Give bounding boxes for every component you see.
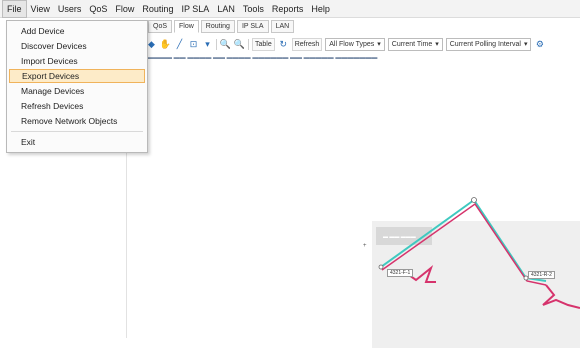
menu-item-export-devices[interactable]: Export Devices	[9, 69, 145, 83]
menu-file[interactable]: File	[2, 0, 27, 18]
tab-flow[interactable]: Flow	[174, 19, 199, 33]
router-node[interactable]	[471, 197, 477, 203]
menu-help[interactable]: Help	[307, 0, 334, 18]
chevron-down-icon: ▾	[523, 40, 528, 48]
menu-lan[interactable]: LAN	[213, 0, 239, 18]
blurred-site-label: ▬ ▬▬ ▬▬▬	[383, 234, 416, 240]
menu-item-add-device[interactable]: Add Device	[9, 24, 145, 38]
menu-item-manage-devices[interactable]: Manage Devices	[9, 84, 145, 98]
time-select[interactable]: Current Time ▾	[387, 37, 443, 51]
polling-select[interactable]: Current Polling Interval ▾	[445, 37, 532, 51]
menu-bar: File View Users QoS Flow Routing IP SLA …	[0, 0, 580, 18]
settings-icon[interactable]: ⚙	[534, 39, 545, 50]
router-node[interactable]	[378, 264, 384, 270]
menu-users[interactable]: Users	[54, 0, 86, 18]
pan-icon[interactable]: ✋	[160, 39, 171, 50]
zoom-in-icon[interactable]: 🔍	[220, 39, 231, 50]
menu-separator	[11, 131, 143, 132]
refresh-button[interactable]: Refresh	[291, 37, 323, 51]
menu-item-refresh-devices[interactable]: Refresh Devices	[9, 99, 145, 113]
flow-types-value: All Flow Types	[329, 40, 375, 48]
dropdown-arrow-icon[interactable]: ▾	[202, 39, 213, 50]
menu-item-discover-devices[interactable]: Discover Devices	[9, 39, 145, 53]
menu-item-import-devices[interactable]: Import Devices	[9, 54, 145, 68]
layout-icon[interactable]: ⊡	[188, 39, 199, 50]
menu-item-remove-network-objects[interactable]: Remove Network Objects	[9, 114, 145, 128]
menu-flow[interactable]: Flow	[111, 0, 138, 18]
network-map-canvas: ▬ ▬▬ ▬▬▬	[372, 197, 580, 348]
menu-routing[interactable]: Routing	[138, 0, 177, 18]
file-menu-dropdown: Add Device Discover Devices Import Devic…	[6, 20, 148, 153]
menu-view[interactable]: View	[27, 0, 54, 18]
menu-ip-sla[interactable]: IP SLA	[177, 0, 213, 18]
chevron-down-icon: ▾	[435, 40, 439, 48]
network-map[interactable]: ▬ ▬▬ ▬▬▬ 4321-F-1 4321-R-2 +	[126, 70, 580, 348]
node-label-left[interactable]: 4321-F-1	[387, 269, 414, 277]
node-label-right[interactable]: 4321-R-2	[528, 271, 555, 279]
map-marker-icon: +	[363, 243, 367, 249]
menu-tools[interactable]: Tools	[239, 0, 268, 18]
polling-value: Current Polling Interval	[449, 40, 521, 48]
refresh-icon[interactable]: ↻	[278, 39, 289, 50]
zoom-out-icon[interactable]: 🔍	[234, 39, 245, 50]
toolbar-separator	[216, 38, 217, 50]
view-tabs: QoS Flow Routing IP SLA LAN	[148, 19, 295, 33]
tab-qos[interactable]: QoS	[148, 19, 173, 33]
table-button[interactable]: Table	[252, 37, 275, 51]
toolbar-separator	[248, 38, 249, 50]
menu-item-exit[interactable]: Exit	[9, 135, 145, 149]
tab-lan[interactable]: LAN	[270, 19, 295, 33]
chevron-down-icon: ▾	[377, 40, 381, 48]
breadcrumb-path: ▬▬▬▬ ▬▬ ▬▬▬▬ ▬▬ ▬▬▬▬ ▬▬▬▬▬▬ ▬▬ ▬▬▬▬▬ ▬▬▬…	[148, 55, 377, 61]
time-value: Current Time	[391, 40, 433, 48]
tab-routing[interactable]: Routing	[200, 19, 235, 33]
flow-types-select[interactable]: All Flow Types ▾	[325, 37, 385, 51]
tab-ip-sla[interactable]: IP SLA	[236, 19, 269, 33]
map-toolbar: ◆ ✋ ╱ ⊡ ▾ 🔍 🔍 Table ↻ Refresh All Flow T…	[146, 36, 580, 52]
menu-reports[interactable]: Reports	[268, 0, 308, 18]
menu-qos[interactable]: QoS	[85, 0, 111, 18]
blurred-path-text: ▬▬▬▬ ▬▬ ▬▬▬▬ ▬▬ ▬▬▬▬ ▬▬▬▬▬▬ ▬▬ ▬▬▬▬▬ ▬▬▬…	[148, 55, 378, 61]
device-tree-panel	[8, 148, 127, 338]
draw-link-icon[interactable]: ╱	[174, 39, 185, 50]
